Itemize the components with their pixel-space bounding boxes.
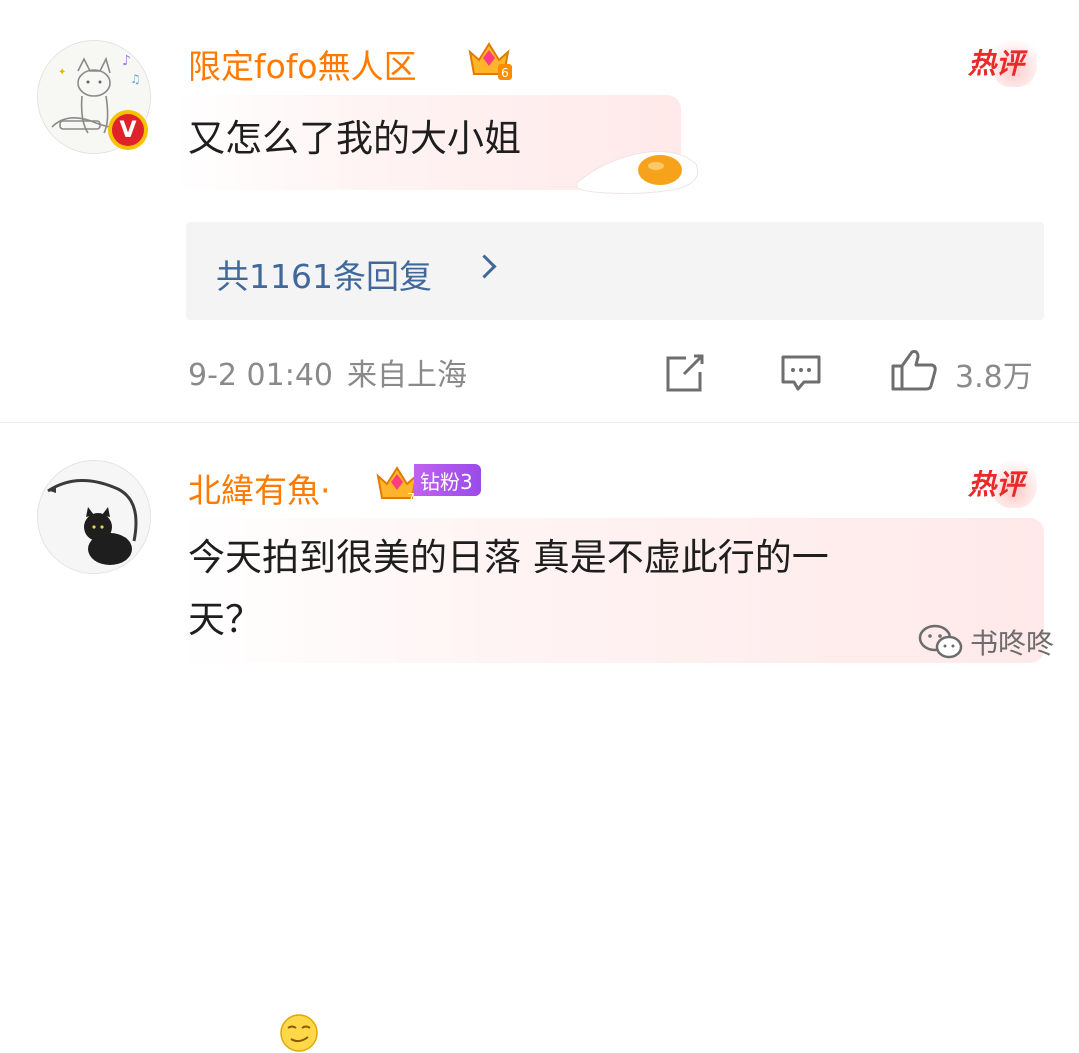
crown-badge-icon: 6 xyxy=(468,42,512,80)
like-count: 3.8万 xyxy=(955,360,1033,395)
comment-divider xyxy=(0,422,1079,423)
comment-item: 北緯有魚· 7 钻粉3 热评 今天拍到很美的日落 真是不虚此行的一 天？ 书咚咚 xyxy=(0,424,1079,1052)
comment-location: 来自上海 xyxy=(347,358,467,393)
fan-level-badge: 钻粉3 xyxy=(414,464,481,496)
thumbs-up-icon[interactable] xyxy=(890,348,938,392)
comment-text[interactable]: 又怎么了我的大小姐 xyxy=(188,108,521,170)
chevron-right-icon xyxy=(472,254,497,279)
username[interactable]: 北緯有魚· xyxy=(188,464,331,512)
comment-item: ♪ ♫ ✦ V 限定fofo無人区 6 热评 又怎么了我的大小姐 共1161条回… xyxy=(0,0,1079,423)
wechat-icon xyxy=(918,624,963,659)
comment-meta: 9-2 01:40 来自上海 xyxy=(188,350,467,394)
fried-egg-icon xyxy=(576,151,698,195)
comment-text-line: 今天拍到很美的日落 真是不虚此行的一 xyxy=(188,536,829,579)
svg-text:♫: ♫ xyxy=(130,72,141,86)
view-replies-button[interactable]: 共1161条回复 xyxy=(186,222,1044,320)
edit-share-icon[interactable] xyxy=(664,352,706,394)
verified-badge-icon: V xyxy=(108,110,148,150)
watermark: 书咚咚 xyxy=(918,622,1054,662)
comment-text[interactable]: 今天拍到很美的日落 真是不虚此行的一 天？ xyxy=(188,527,829,651)
svg-text:✦: ✦ xyxy=(58,67,66,78)
black-cat-avatar-icon xyxy=(38,461,150,573)
comment-date: 9-2 01:40 xyxy=(188,358,333,393)
replies-count-link[interactable]: 共1161条回复 xyxy=(216,250,432,298)
smirk-emoji-icon xyxy=(280,1014,318,1052)
hot-comment-label: 热评 xyxy=(959,452,1037,508)
hot-comment-label: 热评 xyxy=(959,31,1037,87)
comment-icon[interactable] xyxy=(780,352,822,394)
comment-text-line: 天？ xyxy=(188,598,262,641)
user-avatar[interactable] xyxy=(37,460,151,574)
svg-text:♪: ♪ xyxy=(122,53,131,69)
username[interactable]: 限定fofo無人区 xyxy=(188,40,417,88)
svg-text:6: 6 xyxy=(501,66,509,80)
